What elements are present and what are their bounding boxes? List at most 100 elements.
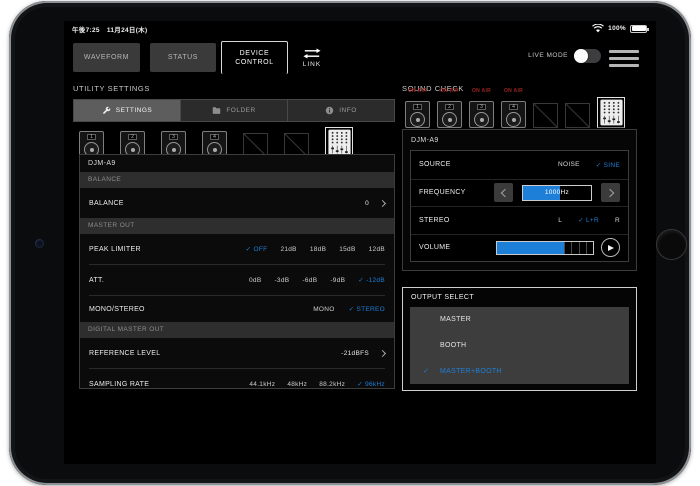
tab-info[interactable]: INFO <box>288 99 395 122</box>
option-left[interactable]: L <box>558 217 562 224</box>
tab-folder[interactable]: FOLDER <box>181 99 288 122</box>
chevron-right-icon <box>379 199 386 206</box>
frequency-decrease-button[interactable] <box>494 183 513 202</box>
row-reference-level[interactable]: REFERENCE LEVEL -21dBFS <box>80 338 394 368</box>
utility-tab-bar: SETTINGS FOLDER INFO <box>73 99 395 122</box>
device-name: DJM-A9 <box>80 155 394 172</box>
on-air-badge: ON AIR <box>437 88 462 94</box>
output-select-panel: OUTPUT SELECT MASTER BOOTH MASTER+BOOTH <box>402 287 637 391</box>
player-4-icon[interactable]: 4 <box>501 101 526 128</box>
live-mode-label: LIVE MODE <box>508 49 568 63</box>
option-off[interactable]: OFF <box>246 245 268 253</box>
info-icon <box>325 106 334 115</box>
status-bar-right: 100% <box>592 24 647 33</box>
option-minus6db[interactable]: -6dB <box>302 277 317 284</box>
play-test-tone-button[interactable] <box>601 238 620 257</box>
row-mono-stereo: MONO/STEREO MONO STEREO <box>80 296 394 322</box>
option-12db[interactable]: 12dB <box>369 246 385 253</box>
on-air-badge: ON AIR <box>501 88 526 94</box>
option-48khz[interactable]: 48kHz <box>287 381 307 388</box>
option-96khz[interactable]: 96kHz <box>357 380 385 388</box>
tab-link[interactable]: LINK <box>295 43 329 73</box>
player-1-icon[interactable]: 1 <box>405 101 430 128</box>
tab-link-label: LINK <box>303 61 321 68</box>
player-2-icon[interactable]: 2 <box>437 101 462 128</box>
output-select-options: MASTER BOOTH MASTER+BOOTH <box>410 307 629 384</box>
jog-wheel-icon <box>442 112 457 127</box>
tab-device-control[interactable]: DEVICE CONTROL <box>221 41 288 74</box>
option-15db[interactable]: 15dB <box>339 246 355 253</box>
sound-check-device-row: 1 2 3 4 <box>405 97 625 128</box>
option-minus9db[interactable]: -9dB <box>330 277 345 284</box>
row-frequency: FREQUENCY 1000Hz <box>411 179 628 207</box>
chevron-left-icon <box>500 189 508 197</box>
option-noise[interactable]: NOISE <box>558 161 580 168</box>
jog-wheel-icon <box>474 112 489 127</box>
option-18db[interactable]: 18dB <box>310 246 326 253</box>
utility-settings-title: UTILITY SETTINGS <box>73 84 150 93</box>
toggle-knob <box>574 49 588 63</box>
frequency-increase-button[interactable] <box>601 183 620 202</box>
output-select-title: OUTPUT SELECT <box>403 288 636 307</box>
tab-settings[interactable]: SETTINGS <box>73 99 181 122</box>
option-booth[interactable]: BOOTH <box>410 333 629 359</box>
option-sine[interactable]: SINE <box>596 161 620 169</box>
mixer-icon <box>328 129 351 156</box>
live-mode-toggle[interactable] <box>574 49 601 63</box>
chevron-right-icon <box>379 349 386 356</box>
utility-settings-list: DJM-A9 BALANCE BALANCE 0 MASTER OUT PEAK… <box>79 154 395 389</box>
section-header-master-out: MASTER OUT <box>80 218 394 234</box>
tab-status[interactable]: STATUS <box>150 43 216 72</box>
status-date: 11月24日(木) <box>107 24 148 34</box>
option-master[interactable]: MASTER <box>410 307 629 333</box>
option-21db[interactable]: 21dB <box>280 246 296 253</box>
option-mono[interactable]: MONO <box>313 306 334 313</box>
chevron-right-icon <box>605 189 613 197</box>
empty-device-slot-icon <box>565 103 590 128</box>
hamburger-menu-icon[interactable] <box>609 50 639 71</box>
row-balance[interactable]: BALANCE 0 <box>80 188 394 218</box>
play-icon <box>608 245 614 251</box>
option-right[interactable]: R <box>615 217 620 224</box>
player-3-icon[interactable]: 3 <box>469 101 494 128</box>
ipad-bezel: 午後7:25 11月24日(木) 100% WAVEFORM STATUS DE… <box>9 1 691 485</box>
front-camera-icon <box>35 239 44 248</box>
device-name: DJM-A9 <box>403 130 636 150</box>
status-time: 午後7:25 <box>72 24 100 34</box>
option-left-right[interactable]: L+R <box>578 216 599 224</box>
status-bar-left: 午後7:25 11月24日(木) <box>72 24 147 34</box>
on-air-badge: ON AIR <box>405 88 430 94</box>
option-0db[interactable]: 0dB <box>249 277 261 284</box>
row-att: ATT. 0dB -3dB -6dB -9dB -12dB <box>80 265 394 295</box>
option-44-1khz[interactable]: 44.1kHz <box>249 381 275 388</box>
row-peak-limiter: PEAK LIMITER OFF 21dB 18dB 15dB 12dB <box>80 234 394 264</box>
jog-wheel-icon <box>506 112 521 127</box>
row-sampling-rate: SAMPLING RATE 44.1kHz 48kHz 88.2kHz 96kH… <box>80 369 394 389</box>
sound-check-panel: DJM-A9 SOURCE NOISE SINE FREQUENCY <box>402 129 637 271</box>
volume-slider[interactable] <box>496 241 594 255</box>
balance-value: 0 <box>365 200 369 207</box>
section-header-digital-master-out: DIGITAL MASTER OUT <box>80 322 394 338</box>
frequency-value-box[interactable]: 1000Hz <box>522 185 592 201</box>
option-master-booth[interactable]: MASTER+BOOTH <box>410 358 629 384</box>
section-header-balance: BALANCE <box>80 172 394 188</box>
empty-device-slot-icon <box>533 103 558 128</box>
battery-percent: 100% <box>608 25 626 32</box>
option-88-2khz[interactable]: 88.2kHz <box>319 381 345 388</box>
frequency-value: 1000Hz <box>523 186 591 200</box>
wrench-icon <box>102 106 111 115</box>
home-button[interactable] <box>656 229 687 260</box>
row-source: SOURCE NOISE SINE <box>411 151 628 179</box>
row-volume: VOLUME <box>411 234 628 262</box>
tab-waveform[interactable]: WAVEFORM <box>73 43 140 72</box>
mixer-device-icon-selected[interactable] <box>597 97 625 128</box>
mixer-icon <box>600 99 623 126</box>
on-air-badge: ON AIR <box>469 88 494 94</box>
folder-icon <box>212 106 221 115</box>
option-minus3db[interactable]: -3dB <box>274 277 289 284</box>
jog-wheel-icon <box>410 112 425 127</box>
battery-icon <box>630 25 647 33</box>
option-stereo[interactable]: STEREO <box>349 305 385 313</box>
option-minus12db[interactable]: -12dB <box>358 276 385 284</box>
app-screen: 午後7:25 11月24日(木) 100% WAVEFORM STATUS DE… <box>64 21 656 464</box>
